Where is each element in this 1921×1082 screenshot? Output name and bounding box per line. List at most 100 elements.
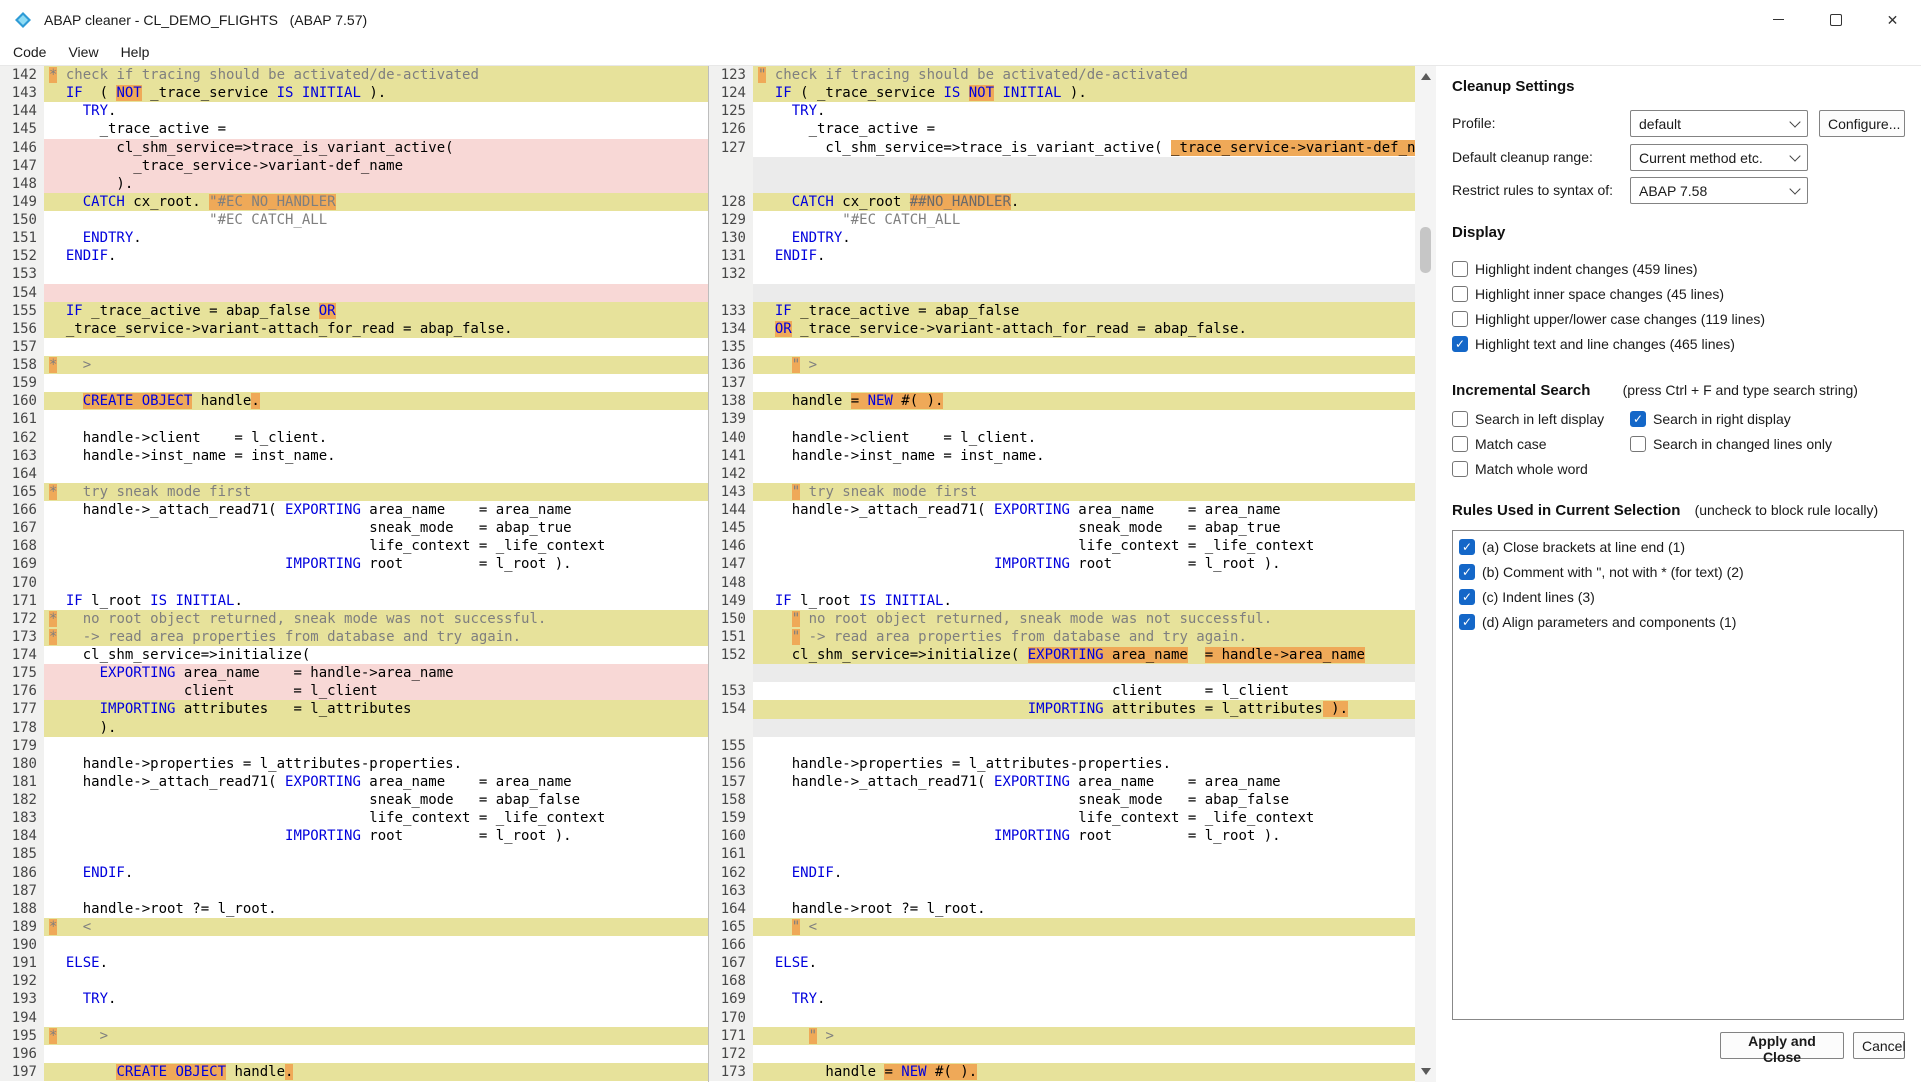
search-option[interactable]: Match case: [1452, 431, 1630, 456]
code-row[interactable]: 162 handle->client = l_client.: [0, 429, 708, 447]
checkbox[interactable]: ✓: [1630, 411, 1646, 427]
search-option[interactable]: Search in changed lines only: [1630, 431, 1832, 456]
code-row[interactable]: 173* -> read area properties from databa…: [0, 628, 708, 646]
code-row[interactable]: 140 handle->client = l_client.: [709, 429, 1416, 447]
checkbox[interactable]: [1452, 411, 1468, 427]
code-row[interactable]: 153 client = l_client: [709, 682, 1416, 700]
checkbox[interactable]: [1452, 286, 1468, 302]
code-row[interactable]: 175 EXPORTING area_name = handle->area_n…: [0, 664, 708, 682]
code-row[interactable]: 130 ENDTRY.: [709, 229, 1416, 247]
code-row[interactable]: 170: [709, 1009, 1416, 1027]
code-row[interactable]: 156 handle->properties = l_attributes-pr…: [709, 755, 1416, 773]
code-row[interactable]: 123" check if tracing should be activate…: [709, 66, 1416, 84]
code-row[interactable]: 147 _trace_service->variant-def_name: [0, 157, 708, 175]
rule-item[interactable]: ✓(a) Close brackets at line end (1): [1459, 534, 1903, 559]
code-row[interactable]: 183 life_context = _life_context: [0, 809, 708, 827]
code-row[interactable]: 145 _trace_active =: [0, 120, 708, 138]
code-row[interactable]: 135: [709, 338, 1416, 356]
code-row[interactable]: [709, 284, 1416, 302]
code-row[interactable]: 188 handle->root ?= l_root.: [0, 900, 708, 918]
code-row[interactable]: 160 CREATE OBJECT handle.: [0, 392, 708, 410]
code-row[interactable]: 163: [709, 882, 1416, 900]
code-row[interactable]: 150 " no root object returned, sneak mod…: [709, 610, 1416, 628]
code-row[interactable]: 164: [0, 465, 708, 483]
code-row[interactable]: 132: [709, 265, 1416, 283]
code-row[interactable]: 191 ELSE.: [0, 954, 708, 972]
rule-item[interactable]: ✓(d) Align parameters and components (1): [1459, 609, 1903, 634]
code-row[interactable]: 137: [709, 374, 1416, 392]
code-row[interactable]: 170: [0, 574, 708, 592]
diff-left-pane[interactable]: 142* check if tracing should be activate…: [0, 66, 708, 1082]
code-row[interactable]: 160 IMPORTING root = l_root ).: [709, 827, 1416, 845]
code-row[interactable]: 165* try sneak mode first: [0, 483, 708, 501]
code-row[interactable]: 149 IF l_root IS INITIAL.: [709, 592, 1416, 610]
code-row[interactable]: 168: [709, 972, 1416, 990]
code-row[interactable]: 165 " <: [709, 918, 1416, 936]
code-row[interactable]: 134 OR _trace_service->variant-attach_fo…: [709, 320, 1416, 338]
code-row[interactable]: 181 handle->_attach_read71( EXPORTING ar…: [0, 773, 708, 791]
code-row[interactable]: 157: [0, 338, 708, 356]
checkbox[interactable]: ✓: [1459, 614, 1475, 630]
code-row[interactable]: 172* no root object returned, sneak mode…: [0, 610, 708, 628]
code-row[interactable]: 169 IMPORTING root = l_root ).: [0, 555, 708, 573]
code-row[interactable]: 161: [709, 845, 1416, 863]
code-row[interactable]: 142* check if tracing should be activate…: [0, 66, 708, 84]
code-row[interactable]: 146 cl_shm_service=>trace_is_variant_act…: [0, 139, 708, 157]
rule-item[interactable]: ✓(b) Comment with ", not with * (for tex…: [1459, 559, 1903, 584]
code-row[interactable]: 146 life_context = _life_context: [709, 537, 1416, 555]
scroll-down-button[interactable]: [1415, 1061, 1436, 1082]
code-row[interactable]: 128 CATCH cx_root ##NO_HANDLER.: [709, 193, 1416, 211]
checkbox[interactable]: ✓: [1459, 539, 1475, 555]
code-row[interactable]: 187: [0, 882, 708, 900]
scroll-up-button[interactable]: [1415, 66, 1436, 87]
code-row[interactable]: 143 " try sneak mode first: [709, 483, 1416, 501]
code-row[interactable]: 193 TRY.: [0, 990, 708, 1008]
code-row[interactable]: 166: [709, 936, 1416, 954]
code-row[interactable]: [709, 664, 1416, 682]
profile-dropdown[interactable]: default: [1630, 110, 1808, 137]
code-row[interactable]: 171 IF l_root IS INITIAL.: [0, 592, 708, 610]
code-row[interactable]: 155: [709, 737, 1416, 755]
code-row[interactable]: 169 TRY.: [709, 990, 1416, 1008]
code-row[interactable]: 148 ).: [0, 175, 708, 193]
checkbox[interactable]: [1630, 436, 1646, 452]
code-row[interactable]: 152 cl_shm_service=>initialize( EXPORTIN…: [709, 646, 1416, 664]
code-row[interactable]: 196: [0, 1045, 708, 1063]
display-option[interactable]: Highlight indent changes (459 lines): [1452, 256, 1765, 281]
diff-right-pane[interactable]: 123" check if tracing should be activate…: [708, 66, 1416, 1082]
code-row[interactable]: 131 ENDIF.: [709, 247, 1416, 265]
code-row[interactable]: 189* <: [0, 918, 708, 936]
checkbox[interactable]: [1452, 261, 1468, 277]
code-row[interactable]: 168 life_context = _life_context: [0, 537, 708, 555]
cleanup-range-dropdown[interactable]: Current method etc.: [1630, 144, 1808, 171]
code-row[interactable]: 167 ELSE.: [709, 954, 1416, 972]
code-row[interactable]: 173 handle = NEW #( ).: [709, 1063, 1416, 1081]
checkbox[interactable]: ✓: [1452, 336, 1468, 352]
code-row[interactable]: 167 sneak_mode = abap_true: [0, 519, 708, 537]
syntax-dropdown[interactable]: ABAP 7.58: [1630, 177, 1808, 204]
menu-help[interactable]: Help: [110, 41, 161, 63]
code-row[interactable]: 143 IF ( NOT _trace_service IS INITIAL )…: [0, 84, 708, 102]
apply-and-close-button[interactable]: Apply and Close: [1720, 1032, 1844, 1059]
code-row[interactable]: 174 cl_shm_service=>initialize(: [0, 646, 708, 664]
code-row[interactable]: 127 cl_shm_service=>trace_is_variant_act…: [709, 139, 1416, 157]
code-row[interactable]: 136 " >: [709, 356, 1416, 374]
checkbox[interactable]: ✓: [1459, 564, 1475, 580]
code-row[interactable]: 126 _trace_active =: [709, 120, 1416, 138]
code-row[interactable]: 186 ENDIF.: [0, 864, 708, 882]
code-row[interactable]: 158 sneak_mode = abap_false: [709, 791, 1416, 809]
code-row[interactable]: 192: [0, 972, 708, 990]
rule-item[interactable]: ✓(c) Indent lines (3): [1459, 584, 1903, 609]
code-row[interactable]: 194: [0, 1009, 708, 1027]
code-row[interactable]: 158* >: [0, 356, 708, 374]
display-option[interactable]: ✓Highlight text and line changes (465 li…: [1452, 331, 1765, 356]
code-row[interactable]: 159 life_context = _life_context: [709, 809, 1416, 827]
maximize-button[interactable]: [1807, 0, 1864, 39]
code-row[interactable]: [709, 157, 1416, 175]
search-option[interactable]: ✓Search in right display: [1630, 406, 1832, 431]
rules-listbox[interactable]: ✓(a) Close brackets at line end (1)✓(b) …: [1452, 530, 1904, 1020]
checkbox[interactable]: ✓: [1459, 589, 1475, 605]
code-row[interactable]: 171 " >: [709, 1027, 1416, 1045]
code-row[interactable]: 166 handle->_attach_read71( EXPORTING ar…: [0, 501, 708, 519]
code-row[interactable]: 153: [0, 265, 708, 283]
